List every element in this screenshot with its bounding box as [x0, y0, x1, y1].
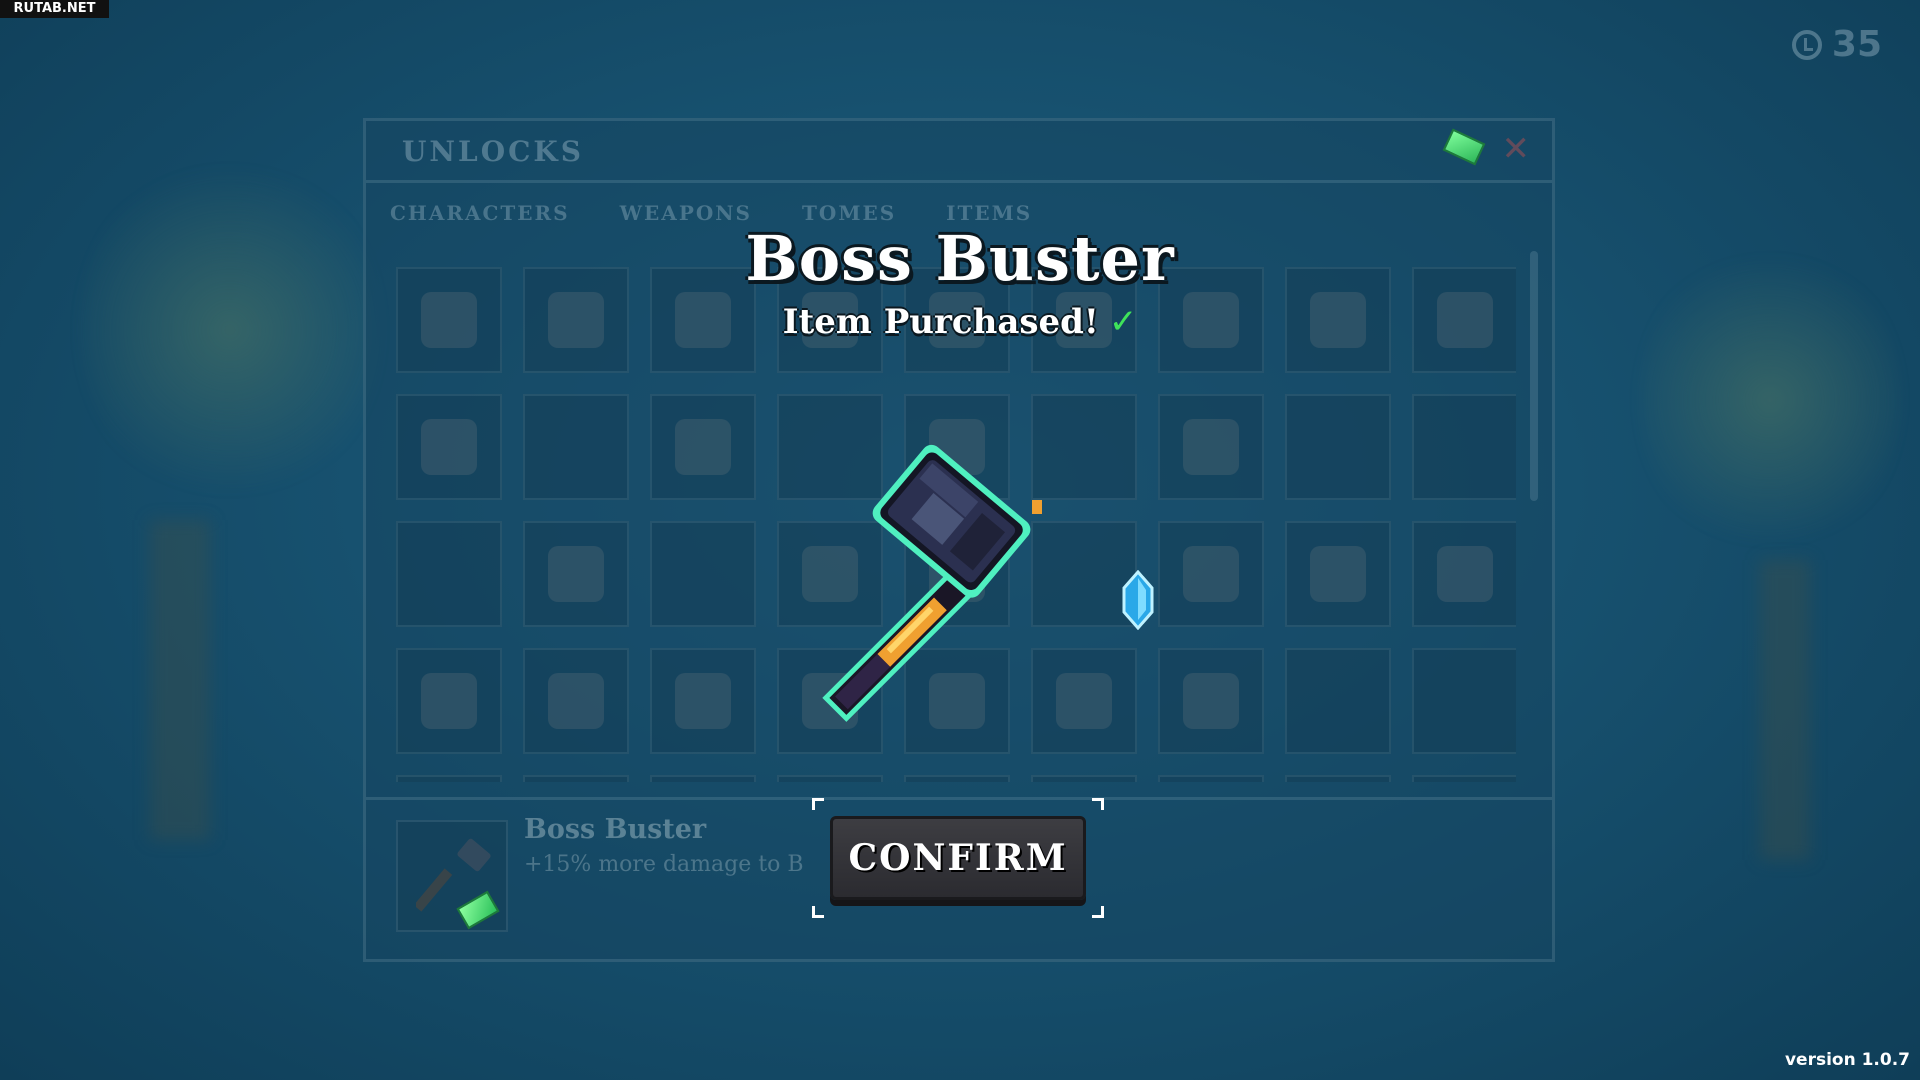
- unlock-slot-empty[interactable]: [1412, 648, 1516, 754]
- unlock-slot[interactable]: [396, 394, 502, 500]
- unlock-slot[interactable]: [650, 394, 756, 500]
- gem-icon: [1442, 128, 1486, 166]
- unlock-slot-empty[interactable]: [1412, 394, 1516, 500]
- unlock-slot-partial[interactable]: [1031, 775, 1137, 782]
- unlock-slot-empty[interactable]: [650, 521, 756, 627]
- item-icon: [421, 419, 477, 475]
- top-counter: 35: [1791, 24, 1882, 65]
- panel-header: UNLOCKS ✕: [366, 121, 1552, 183]
- selected-item-thumbnail: [396, 820, 508, 932]
- crystal-icon: [1122, 570, 1154, 630]
- item-icon: [421, 673, 477, 729]
- unlock-slot-partial[interactable]: [396, 775, 502, 782]
- unlock-slot[interactable]: [1412, 521, 1516, 627]
- check-icon: ✓: [1108, 302, 1138, 342]
- watermark: RUTAB.NET: [0, 0, 109, 18]
- unlock-slot-empty[interactable]: [523, 394, 629, 500]
- item-icon: [548, 673, 604, 729]
- item-icon: [1437, 546, 1493, 602]
- confirm-button[interactable]: CONFIRM: [830, 816, 1086, 900]
- unlock-slot[interactable]: [396, 648, 502, 754]
- unlock-slot-empty[interactable]: [1285, 648, 1391, 754]
- unlock-slot[interactable]: [650, 648, 756, 754]
- hammer-icon: [822, 444, 1042, 722]
- item-icon: [548, 546, 604, 602]
- unlock-slot[interactable]: [1285, 521, 1391, 627]
- focus-corner: [1092, 798, 1104, 810]
- unlock-slot-partial[interactable]: [904, 775, 1010, 782]
- unlock-slot-empty[interactable]: [396, 521, 502, 627]
- unlock-slot[interactable]: [1158, 394, 1264, 500]
- unlock-slot[interactable]: [1158, 648, 1264, 754]
- unlock-slot[interactable]: [523, 648, 629, 754]
- popup-subtitle-text: Item Purchased!: [782, 302, 1099, 342]
- item-icon: [1183, 673, 1239, 729]
- unlock-slot-partial[interactable]: [1158, 775, 1264, 782]
- unlock-slot-partial[interactable]: [650, 775, 756, 782]
- panel-title: UNLOCKS: [402, 135, 584, 168]
- focus-corner: [812, 906, 824, 918]
- item-icon: [675, 673, 731, 729]
- item-icon: [1183, 546, 1239, 602]
- unlock-slot[interactable]: [1158, 521, 1264, 627]
- item-icon: [1310, 546, 1366, 602]
- unlock-slot-partial[interactable]: [523, 775, 629, 782]
- popup-title: Boss Buster: [745, 222, 1175, 295]
- selected-item-description: +15% more damage to B: [524, 852, 804, 877]
- unlock-slot[interactable]: [523, 521, 629, 627]
- focus-corner: [1092, 906, 1104, 918]
- background-trunk-left: [150, 520, 210, 840]
- item-icon: [1183, 419, 1239, 475]
- item-icon: [675, 419, 731, 475]
- close-button[interactable]: ✕: [1502, 129, 1531, 169]
- unlock-slot-partial[interactable]: [1412, 775, 1516, 782]
- focus-corner: [812, 798, 824, 810]
- popup-subtitle: Item Purchased! ✓: [0, 302, 1920, 342]
- unlock-slot-partial[interactable]: [1285, 775, 1391, 782]
- clock-icon: [1791, 29, 1822, 60]
- unlock-slot-partial[interactable]: [777, 775, 883, 782]
- top-counter-value: 35: [1831, 24, 1882, 65]
- background-trunk-right: [1760, 560, 1810, 860]
- selected-item-name: Boss Buster: [524, 814, 707, 845]
- version-label: version 1.0.7: [1784, 1050, 1910, 1070]
- unlock-slot-empty[interactable]: [1285, 394, 1391, 500]
- confirm-button-frame: CONFIRM: [812, 798, 1104, 918]
